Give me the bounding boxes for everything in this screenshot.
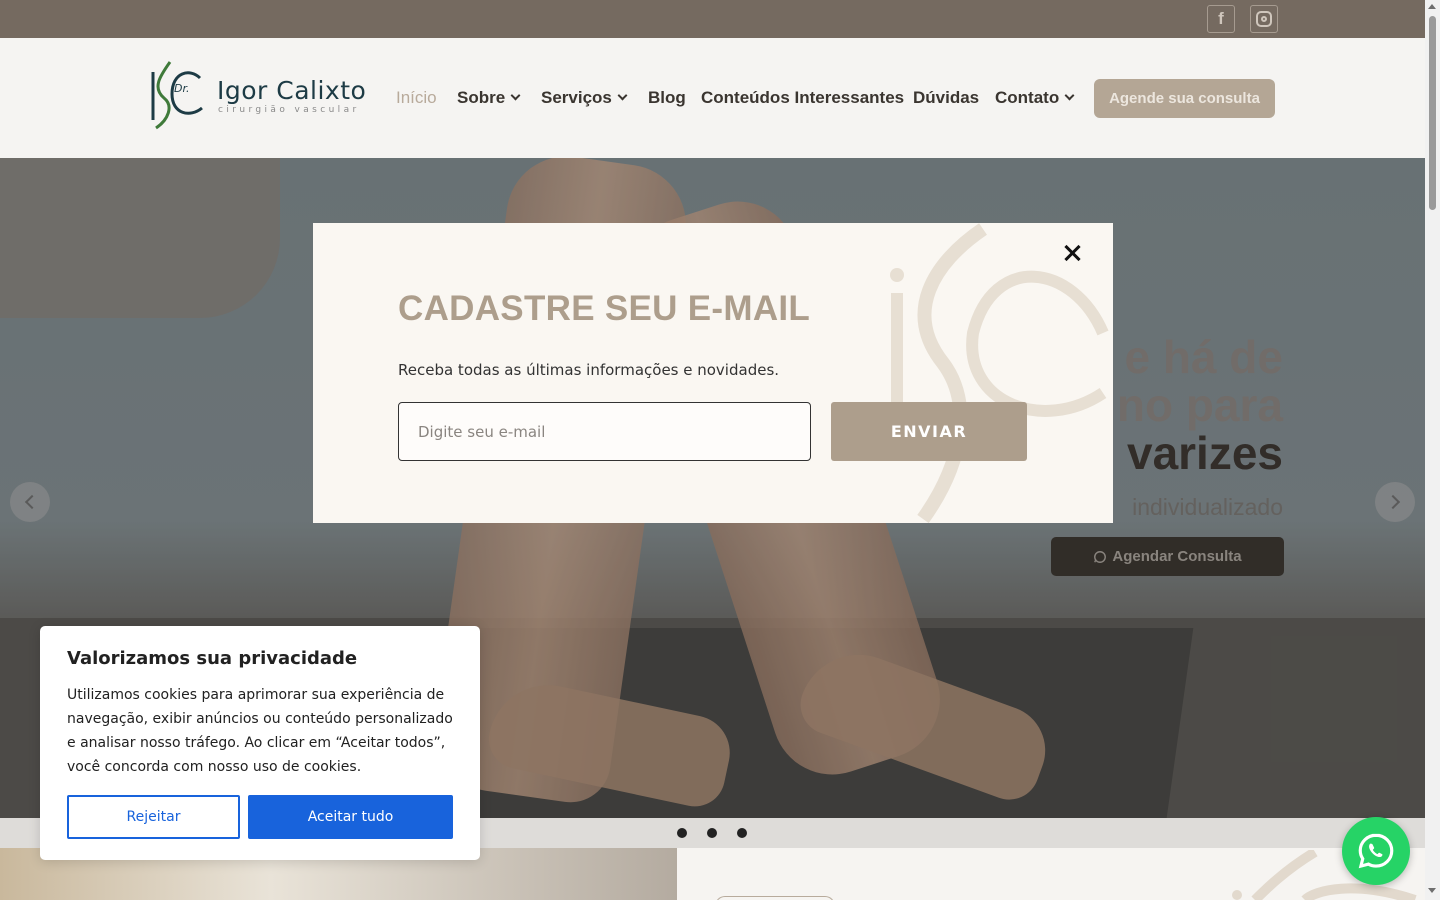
chevron-down-icon <box>1064 90 1075 101</box>
slider-dot[interactable] <box>737 828 747 838</box>
instagram-icon[interactable] <box>1250 5 1278 33</box>
slider-dot[interactable] <box>707 828 717 838</box>
nav-servicos[interactable]: Serviços <box>541 88 628 108</box>
whatsapp-float-button[interactable] <box>1342 817 1410 885</box>
cookie-body: Utilizamos cookies para aprimorar sua ex… <box>67 687 453 775</box>
scroll-down-arrow-icon[interactable] <box>1428 888 1436 893</box>
cookie-title: Valorizamos sua privacidade <box>67 648 358 669</box>
chevron-down-icon <box>617 90 628 101</box>
logo-dr: Dr. <box>174 82 190 95</box>
whatsapp-icon <box>1358 833 1394 869</box>
nav-blog[interactable]: Blog <box>648 88 686 108</box>
accept-cookies-button[interactable]: Aceitar tudo <box>248 795 453 839</box>
modal-title: CADASTRE SEU E-MAIL <box>398 289 811 328</box>
nav-duvidas[interactable]: Dúvidas <box>913 88 979 108</box>
logo-title[interactable]: Igor Calixto <box>217 76 366 105</box>
nav-label: Sobre <box>457 88 506 107</box>
schedule-consult-button[interactable]: Agende sua consulta <box>1094 79 1275 118</box>
section-pill <box>715 896 835 900</box>
nav-inicio[interactable]: Início <box>396 88 437 108</box>
close-icon[interactable] <box>1061 242 1083 264</box>
submit-email-button[interactable]: ENVIAR <box>831 402 1027 461</box>
nav-label: Blog <box>648 88 686 107</box>
nav-label: Início <box>396 88 437 107</box>
instagram-camera-glyph <box>1256 11 1272 27</box>
facebook-icon[interactable]: f <box>1207 5 1235 33</box>
nav-label: Conteúdos Interessantes <box>701 88 905 107</box>
nav-sobre[interactable]: Sobre <box>457 88 521 108</box>
newsletter-modal: CADASTRE SEU E-MAIL Receba todas as últi… <box>313 223 1113 523</box>
nav-label: Contato <box>995 88 1060 107</box>
slider-dot[interactable] <box>677 828 687 838</box>
logo-watermark-icon <box>890 223 1109 523</box>
logo-subtitle: cirurgião vascular <box>218 105 360 115</box>
nav-conteudos[interactable]: Conteúdos Interessantes <box>701 88 904 108</box>
modal-description: Receba todas as últimas informações e no… <box>398 361 780 379</box>
email-input[interactable] <box>398 402 811 461</box>
nav-label: Dúvidas <box>913 88 980 107</box>
reject-cookies-button[interactable]: Rejeitar <box>67 795 240 839</box>
chevron-down-icon <box>510 90 521 101</box>
scroll-up-arrow-icon[interactable] <box>1428 4 1436 9</box>
nav-label: Serviços <box>541 88 612 107</box>
cookie-banner: Valorizamos sua privacidade Utilizamos c… <box>40 626 480 860</box>
nav-contato[interactable]: Contato <box>995 88 1075 108</box>
scrollbar-thumb[interactable] <box>1429 16 1436 210</box>
